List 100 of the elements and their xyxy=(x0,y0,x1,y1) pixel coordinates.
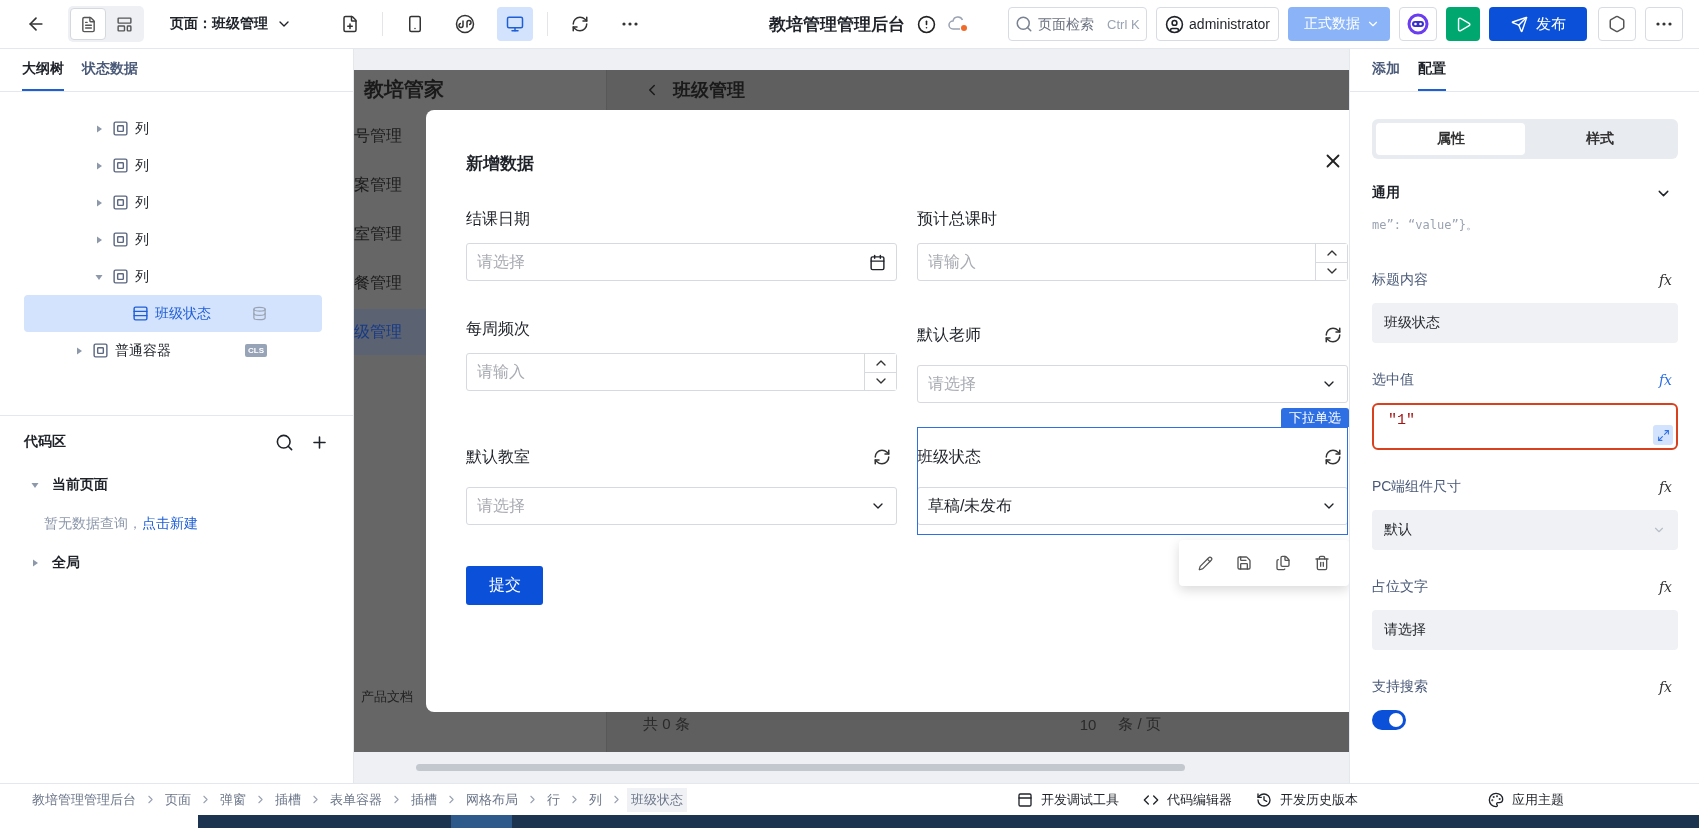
caret-icon[interactable] xyxy=(30,558,40,568)
scrollbar[interactable] xyxy=(416,764,1185,771)
robot-icon xyxy=(1407,13,1429,35)
field-label: 每周频次 xyxy=(466,318,530,339)
file-plus-icon xyxy=(341,15,359,33)
caret-icon[interactable] xyxy=(94,234,104,245)
outline-item[interactable]: 普通容器 CLS xyxy=(24,332,322,369)
field-label: 结课日期 xyxy=(466,208,530,229)
select-field[interactable]: 默认 xyxy=(1372,510,1678,550)
code-field[interactable]: "1" xyxy=(1372,403,1678,450)
panel-tab[interactable]: 添加 xyxy=(1372,49,1400,91)
refresh-icon[interactable] xyxy=(1324,326,1342,344)
monitor-icon xyxy=(506,15,524,33)
select-field[interactable]: 草稿/未发布 xyxy=(917,487,1348,525)
expression-toggle[interactable]: fx xyxy=(1658,579,1672,595)
number-field[interactable]: 请输入 xyxy=(917,243,1348,281)
refresh-icon[interactable] xyxy=(1324,448,1342,466)
caret-icon[interactable] xyxy=(94,197,104,208)
debug-tool-button[interactable]: 开发调试工具 xyxy=(1017,790,1119,809)
date-field[interactable]: 请选择 xyxy=(466,243,897,281)
theme-tool-button[interactable]: 应用主题 xyxy=(1488,790,1564,809)
input-text[interactable]: 请选择 xyxy=(928,375,1321,393)
input-text[interactable]: 请选择 xyxy=(477,253,869,271)
document-icon xyxy=(79,15,97,33)
edit-icon[interactable] xyxy=(1198,555,1214,571)
breadcrumb-item[interactable]: 列 xyxy=(585,787,606,812)
code-section[interactable]: 全局 xyxy=(0,544,353,582)
delete-icon[interactable] xyxy=(1313,555,1330,571)
breadcrumb-item[interactable]: 行 xyxy=(543,787,564,812)
desktop-view-button[interactable] xyxy=(497,7,533,41)
history-tool-button[interactable]: 开发历史版本 xyxy=(1256,790,1358,809)
caret-icon[interactable] xyxy=(94,160,104,171)
outline-item[interactable]: 列 xyxy=(24,147,322,184)
input-text[interactable]: 草稿/未发布 xyxy=(928,497,1321,515)
breadcrumb-item[interactable]: 插槽 xyxy=(271,787,305,812)
breadcrumb-item[interactable]: 插槽 xyxy=(407,787,441,812)
outline-item[interactable]: 列 xyxy=(24,221,322,258)
caret-icon[interactable] xyxy=(74,345,84,356)
outline-label: 列 xyxy=(135,193,149,212)
input-text[interactable]: 请输入 xyxy=(477,363,864,381)
create-link[interactable]: 点击新建 xyxy=(142,515,198,533)
number-field[interactable]: 请输入 xyxy=(466,353,897,391)
assistant-button[interactable] xyxy=(1399,7,1437,41)
copy-icon[interactable] xyxy=(1274,555,1291,571)
outline-label: 列 xyxy=(135,230,149,249)
breadcrumb-item[interactable]: 班级状态 xyxy=(627,787,687,812)
preview-button[interactable] xyxy=(1446,7,1480,41)
calendar-icon xyxy=(869,253,886,271)
select-field[interactable]: 请选择 xyxy=(466,487,897,525)
panel-tab[interactable]: 大纲树 xyxy=(22,49,64,91)
user-button[interactable]: administrator xyxy=(1156,7,1279,41)
outline-item[interactable]: 列 xyxy=(24,184,322,221)
save-icon[interactable] xyxy=(1236,555,1253,571)
expression-toggle[interactable]: fx xyxy=(1658,372,1672,388)
breadcrumb-item[interactable]: 教培管理管理后台 xyxy=(28,787,140,812)
field-label: 选中值 xyxy=(1372,371,1414,389)
caret-icon[interactable] xyxy=(30,480,40,490)
segment-tab[interactable]: 属性 xyxy=(1376,123,1525,155)
input-text[interactable]: 请输入 xyxy=(928,253,1315,271)
toggle-switch[interactable] xyxy=(1372,710,1406,730)
expression-toggle[interactable]: fx xyxy=(1658,479,1672,495)
text-field[interactable]: 请选择 xyxy=(1372,610,1678,650)
search-input[interactable]: 页面检索 xyxy=(1038,16,1103,32)
text-field[interactable]: 班级状态 xyxy=(1372,303,1678,343)
breadcrumb-item[interactable]: 弹窗 xyxy=(216,787,250,812)
refresh-icon xyxy=(571,15,589,33)
breadcrumb-item[interactable]: 表单容器 xyxy=(326,787,386,812)
brand-name: 教培管家 xyxy=(363,77,445,102)
code-section[interactable]: 当前页面 xyxy=(0,466,353,504)
breadcrumb-item[interactable]: 网格布局 xyxy=(462,787,522,812)
info-icon[interactable] xyxy=(917,14,937,34)
panel-tab[interactable]: 状态数据 xyxy=(82,49,138,91)
search-icon[interactable] xyxy=(275,432,294,452)
code-hint: me”: “value”}。 xyxy=(1372,217,1479,234)
field-label: 标题内容 xyxy=(1372,271,1428,289)
settings-button[interactable] xyxy=(1598,7,1636,41)
class-tag: CLS xyxy=(245,344,267,357)
caret-icon[interactable] xyxy=(94,123,104,134)
expand-button[interactable] xyxy=(1653,425,1673,445)
code-tool-button[interactable]: 代码编辑器 xyxy=(1143,790,1232,809)
page-selector[interactable]: 页面：班级管理 xyxy=(164,14,298,34)
publish-button[interactable]: 发布 xyxy=(1489,7,1587,41)
input-text[interactable]: 请选择 xyxy=(477,497,870,515)
expression-toggle[interactable]: fx xyxy=(1658,272,1672,288)
select-field[interactable]: 请选择 xyxy=(917,365,1348,403)
expression-toggle[interactable]: fx xyxy=(1658,679,1672,695)
container-icon xyxy=(112,194,129,211)
expand-icon xyxy=(1656,428,1670,442)
page-title: 班级管理 xyxy=(673,79,745,102)
empty-message: 暂无数据查询， xyxy=(44,515,142,533)
breadcrumb-item[interactable]: 页面 xyxy=(161,787,195,812)
outline-item[interactable]: 班级状态 xyxy=(24,295,322,332)
outline-item[interactable]: 列 xyxy=(24,110,322,147)
submit-button[interactable]: 提交 xyxy=(466,566,543,605)
document-view-button[interactable] xyxy=(70,8,106,40)
panel-tab[interactable]: 配置 xyxy=(1418,49,1446,91)
outline-item[interactable]: 列 xyxy=(24,258,322,295)
outline-label: 班级状态 xyxy=(155,304,211,323)
refresh-icon[interactable] xyxy=(873,448,891,466)
segment-tab[interactable]: 样式 xyxy=(1525,123,1674,155)
